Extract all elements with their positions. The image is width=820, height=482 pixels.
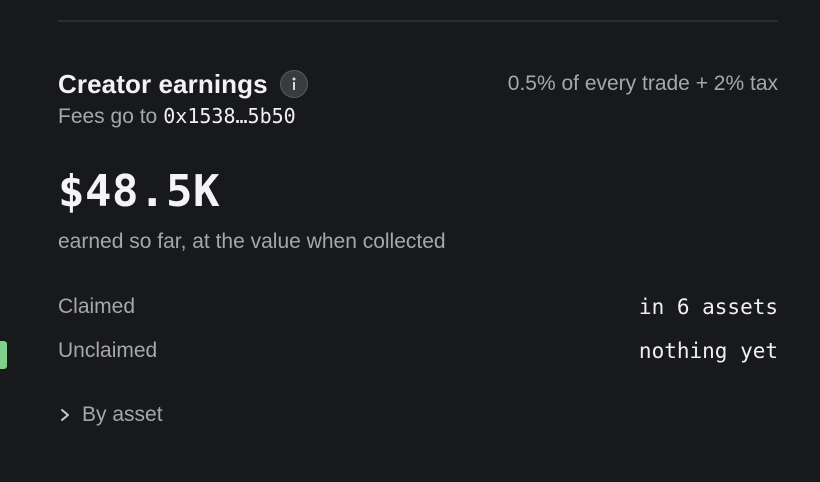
by-asset-toggle[interactable]: By asset [58,400,163,430]
claimed-label: Claimed [58,295,136,318]
claimed-row: Claimed in 6 assets [58,292,778,322]
info-icon[interactable] [279,70,308,98]
scroll-position-marker [0,341,7,369]
unclaimed-label: Unclaimed [58,339,158,362]
title-group: Creator earnings [58,69,308,100]
creator-earnings-panel: Creator earnings 0.5% of every trade + 2… [0,0,820,482]
unclaimed-row: Unclaimed nothing yet [58,336,778,366]
by-asset-label: By asset [82,403,163,426]
section-title: Creator earnings [58,68,268,99]
fees-destination: Fees go to 0x1538…5b50 [58,104,296,129]
earnings-caption: earned so far, at the value when collect… [58,230,446,253]
fees-prefix: Fees go to [58,105,158,128]
claimed-value: in 6 assets [638,295,778,319]
fees-address-link[interactable]: 0x1538…5b50 [163,104,295,128]
unclaimed-value: nothing yet [638,339,778,363]
section-divider [58,20,778,22]
earnings-header: Creator earnings 0.5% of every trade + 2… [58,66,778,102]
fee-rate-text: 0.5% of every trade + 2% tax [507,72,778,95]
chevron-right-icon [58,407,72,423]
earnings-amount: $48.5K [58,166,220,217]
